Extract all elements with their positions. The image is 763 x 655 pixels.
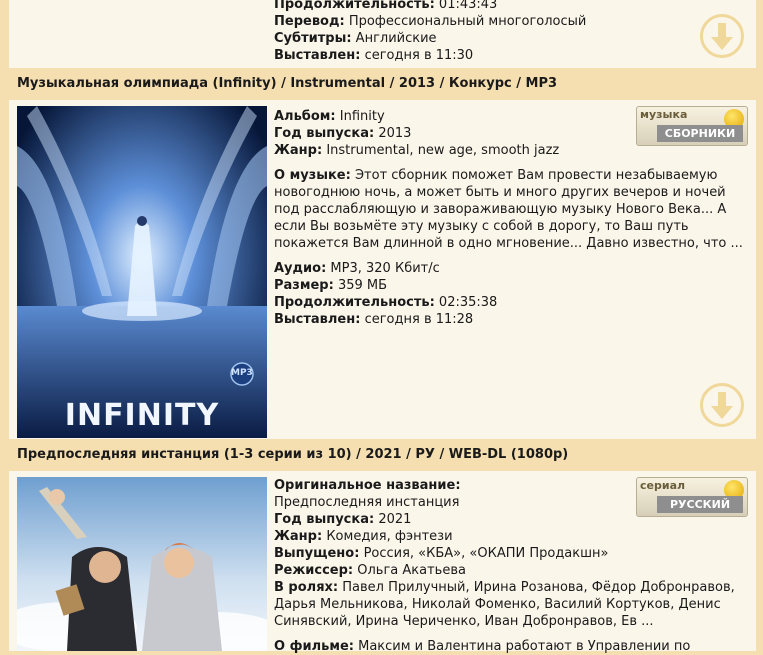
field-row: Аудио: MP3, 320 Кбит/с bbox=[274, 261, 440, 276]
description: О фильме: Максим и Валентина работают в … bbox=[274, 639, 691, 654]
post-list: Продолжительность: 01:43:43 Перевод: Про… bbox=[9, 0, 756, 654]
field-row: Субтитры: Английские bbox=[274, 31, 437, 46]
mp3-badge: MP3 bbox=[231, 368, 253, 378]
post-title[interactable]: Предпоследняя инстанция (1-3 серии из 10… bbox=[9, 439, 756, 471]
field-row: Режиссер: Ольга Акатьева bbox=[274, 563, 466, 578]
field-row: Выставлен: сегодня в 11:28 bbox=[274, 312, 474, 327]
category-badge[interactable]: музыка СБОРНИКИ bbox=[636, 106, 748, 146]
post-details: Продолжительность: 01:43:43 Перевод: Про… bbox=[274, 0, 744, 64]
post-card-series: Оригинальное название: Предпоследняя инс… bbox=[9, 471, 756, 654]
field-row: Перевод: Профессиональный многоголосый bbox=[274, 14, 587, 29]
series-poster[interactable] bbox=[17, 477, 267, 651]
download-button[interactable] bbox=[700, 383, 744, 427]
series-poster-art bbox=[17, 477, 267, 651]
field-row: Продолжительность: 01:43:43 bbox=[274, 0, 498, 12]
field-row: Жанр: Комедия, фэнтези bbox=[274, 529, 453, 544]
download-arrow-icon bbox=[711, 23, 733, 50]
album-cover-title: INFINITY bbox=[64, 398, 220, 433]
download-button[interactable] bbox=[700, 14, 744, 58]
download-arrow-icon bbox=[711, 392, 733, 419]
field-row: Выставлен: сегодня в 11:30 bbox=[274, 48, 474, 63]
category-badge[interactable]: сериал РУССКИЙ bbox=[636, 477, 748, 517]
post-card-previous: Продолжительность: 01:43:43 Перевод: Про… bbox=[9, 0, 756, 68]
field-row: В ролях: Павел Прилучный, Ирина Розанова… bbox=[274, 580, 735, 629]
field-row: Выпущено: Россия, «КБА», «ОКАПИ Продакшн… bbox=[274, 546, 609, 561]
album-cover-art bbox=[17, 106, 267, 438]
field-row: Продолжительность: 02:35:38 bbox=[274, 295, 498, 310]
post-card-music: MP3 INFINITY Альбом: Infinity Год выпуск… bbox=[9, 100, 756, 439]
description: О музыке: Этот сборник поможет Вам прове… bbox=[274, 168, 743, 251]
field-row: Размер: 359 МБ bbox=[274, 278, 388, 293]
album-cover[interactable]: MP3 INFINITY bbox=[17, 106, 267, 438]
post-title[interactable]: Музыкальная олимпиада (Infinity) / Instr… bbox=[9, 68, 756, 100]
